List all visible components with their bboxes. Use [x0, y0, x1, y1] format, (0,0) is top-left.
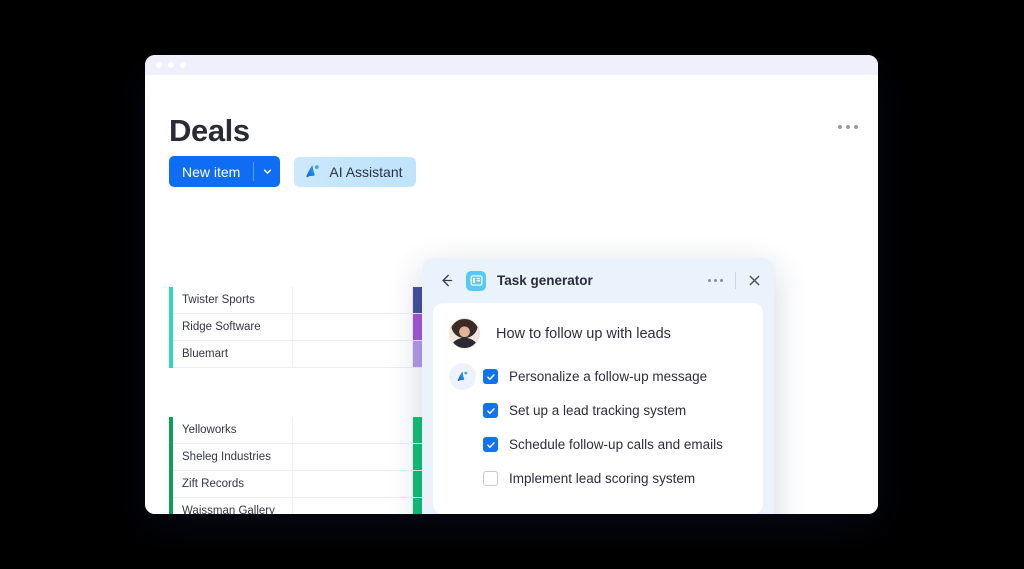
task-item[interactable]: Implement lead scoring system: [433, 464, 763, 493]
cell-name[interactable]: Waissman Gallery: [173, 498, 293, 514]
dialog-content-card: How to follow up with leads Personalize …: [433, 303, 763, 514]
page-title: Deals: [169, 113, 250, 148]
app-window: Deals New item AI Assistant Twister Spor…: [145, 55, 878, 514]
kebab-dot: [838, 125, 842, 129]
dialog-header: Task generator: [422, 258, 774, 303]
task-label: Schedule follow-up calls and emails: [509, 437, 723, 452]
window-dot-maximize[interactable]: [180, 62, 186, 68]
task-checkbox[interactable]: [483, 403, 498, 418]
dialog-header-actions: [708, 272, 761, 289]
cell-name[interactable]: Sheleg Industries: [173, 444, 293, 471]
task-item[interactable]: Set up a lead tracking system: [433, 396, 763, 425]
avatar: [449, 318, 480, 349]
screenshot-stage: Deals New item AI Assistant Twister Spor…: [0, 0, 1024, 569]
kebab-dot: [846, 125, 850, 129]
task-label: Implement lead scoring system: [509, 471, 696, 486]
cell-person[interactable]: [293, 417, 413, 444]
new-item-label: New item: [182, 163, 241, 180]
ai-sparkle-icon: [449, 363, 476, 390]
app-body: Deals New item AI Assistant Twister Spor…: [145, 75, 878, 514]
dialog-title: Task generator: [497, 273, 593, 288]
dialog-options-menu-icon[interactable]: [708, 279, 723, 282]
kebab-dot: [720, 279, 723, 282]
new-item-button[interactable]: New item: [169, 156, 281, 187]
dialog-header-divider: [735, 272, 736, 289]
cell-person[interactable]: [293, 341, 413, 368]
kebab-dot: [714, 279, 717, 282]
task-label: Personalize a follow-up message: [509, 369, 708, 384]
kebab-dot: [708, 279, 711, 282]
task-checkbox[interactable]: [483, 437, 498, 452]
cell-name[interactable]: Zift Records: [173, 471, 293, 498]
task-checkbox[interactable]: [483, 471, 498, 486]
cell-person[interactable]: [293, 498, 413, 514]
cell-name[interactable]: Yelloworks: [173, 417, 293, 444]
ai-assistant-button[interactable]: AI Assistant: [294, 156, 416, 187]
window-dot-close[interactable]: [156, 62, 162, 68]
ai-assistant-label: AI Assistant: [329, 163, 403, 180]
chevron-down-icon[interactable]: [254, 156, 280, 187]
kebab-dot: [854, 125, 858, 129]
window-titlebar: [145, 55, 878, 75]
close-icon[interactable]: [748, 274, 761, 287]
prompt-row: How to follow up with leads: [433, 318, 763, 349]
task-item[interactable]: Schedule follow-up calls and emails: [433, 430, 763, 459]
board-options-menu-icon[interactable]: [838, 125, 858, 129]
task-label: Set up a lead tracking system: [509, 403, 687, 418]
cell-person[interactable]: [293, 287, 413, 314]
prompt-text: How to follow up with leads: [496, 325, 671, 342]
back-arrow-icon[interactable]: [436, 271, 456, 291]
cell-person[interactable]: [293, 471, 413, 498]
board-toolbar: New item AI Assistant: [169, 156, 416, 187]
cell-name[interactable]: Twister Sports: [173, 287, 293, 314]
cell-person[interactable]: [293, 444, 413, 471]
task-generator-dialog: Task generator How to follow up with lea…: [422, 258, 774, 514]
cell-name[interactable]: Ridge Software: [173, 314, 293, 341]
cell-person[interactable]: [293, 314, 413, 341]
task-board-icon: [466, 270, 486, 291]
cell-name[interactable]: Bluemart: [173, 341, 293, 368]
ai-sparkle-icon: [303, 162, 322, 181]
window-dot-minimize[interactable]: [168, 62, 174, 68]
task-checkbox[interactable]: [483, 369, 498, 384]
task-item[interactable]: Personalize a follow-up message: [433, 362, 763, 391]
